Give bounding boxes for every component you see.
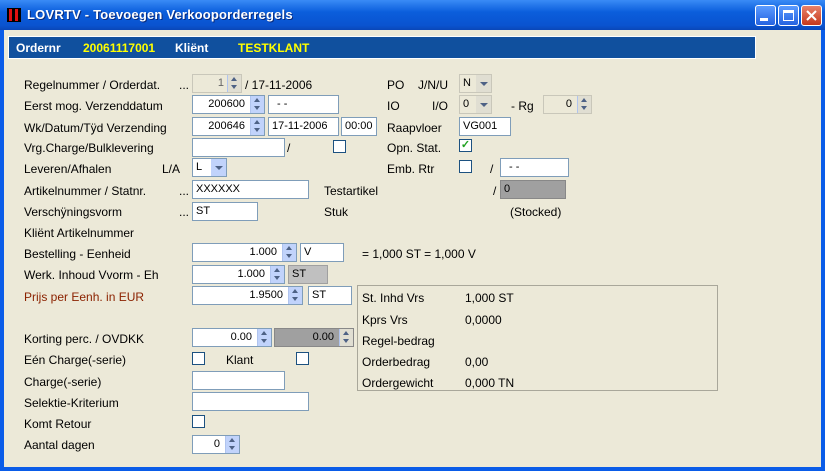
minimize-button[interactable] <box>755 5 776 26</box>
bestelling-stepper[interactable]: 1.000 <box>192 243 297 262</box>
io-select[interactable]: 0 <box>459 95 492 114</box>
charge-serie-field[interactable] <box>192 371 285 390</box>
st-inhd-value: 1,000 ST <box>465 291 514 305</box>
klant-label: Klant <box>226 353 254 367</box>
eerst-mog-week-stepper[interactable]: 200600 <box>192 95 265 114</box>
rg-stepper[interactable]: 0 <box>543 95 592 114</box>
korting-label: Korting perc. / OVDKK <box>24 332 145 346</box>
application-window: LOVRTV - Toevoegen Verkooporderregels Or… <box>0 0 825 471</box>
po-sub-label: J/N/U <box>418 78 448 92</box>
orderdatum-text: / 17-11-2006 <box>245 78 313 92</box>
orderbedrag-label: Orderbedrag <box>362 355 431 369</box>
vrg-charge-field[interactable] <box>192 138 285 157</box>
emb-rtr-field[interactable]: - - <box>500 158 569 177</box>
selektie-label: Selektie-Kriterium <box>24 396 119 410</box>
form-area: Ordernr 20061117001 Kliënt TESTKLANT Reg… <box>4 30 821 467</box>
leveren-sub-label: L/A <box>162 162 181 176</box>
ordernr-label: Ordernr <box>16 41 61 55</box>
ovdkk-stepper: 0.00 <box>274 328 354 347</box>
kprs-label: Kprs Vrs <box>362 313 408 327</box>
verschijningsvorm-field[interactable]: ST <box>192 202 258 221</box>
komt-retour-checkbox[interactable] <box>192 415 205 428</box>
emb-rtr-label: Emb. Rtr <box>387 162 435 176</box>
emb-rtr-checkbox[interactable] <box>459 160 472 173</box>
ordergewicht-value: 0,000 TN <box>465 376 515 390</box>
regelnummer-label: Regelnummer / Orderdat. <box>24 78 161 92</box>
regel-bedrag-label: Regel-bedrag <box>362 334 435 348</box>
regelnummer-stepper[interactable]: 1 <box>192 74 242 93</box>
prijs-stepper[interactable]: 1.9500 <box>192 286 303 305</box>
raapvloer-field[interactable]: VG001 <box>459 117 511 136</box>
leveren-label: Leveren/Afhalen <box>24 162 112 176</box>
leveren-select[interactable]: L <box>192 158 227 177</box>
regelnummer-lookup[interactable]: ... <box>179 78 189 92</box>
stocked-text: (Stocked) <box>510 205 562 219</box>
bestelling-conversion: = 1,000 ST = 1,000 V <box>362 247 476 261</box>
io-label: IO <box>387 99 400 113</box>
close-button[interactable] <box>801 5 822 26</box>
een-charge-label: Eén Charge(-serie) <box>24 353 127 367</box>
statnr-slash: / <box>493 184 497 198</box>
prijs-label: Prijs per Eenh. in EUR <box>24 290 145 304</box>
st-inhd-label: St. Inhd Vrs <box>362 291 425 305</box>
artikel-label: Artikelnummer / Statnr. <box>24 184 147 198</box>
bestelling-label: Bestelling - Eenheid <box>24 247 131 261</box>
prijs-eenheid-field[interactable]: ST <box>308 286 352 305</box>
emb-rtr-slash: / <box>490 162 494 176</box>
werk-inhoud-unit: ST <box>288 265 328 284</box>
statnr-field: 0 <box>500 180 566 199</box>
verschijning-label: Verschÿningsvorm <box>24 205 123 219</box>
close-icon <box>806 10 817 21</box>
korting-stepper[interactable]: 0.00 <box>192 328 272 347</box>
verzending-week-stepper[interactable]: 200646 <box>192 117 265 136</box>
werk-inhoud-label: Werk. Inhoud Vvorm - Eh <box>24 268 159 282</box>
title-bar[interactable]: LOVRTV - Toevoegen Verkooporderregels <box>0 0 825 30</box>
rg-label: - Rg <box>511 99 534 113</box>
raapvloer-label: Raapvloer <box>387 121 442 135</box>
aantal-dagen-stepper[interactable]: 0 <box>192 435 240 454</box>
artikelnummer-field[interactable]: XXXXXX <box>192 180 309 199</box>
verschijning-unit: Stuk <box>324 205 349 219</box>
opn-stat-checkbox[interactable]: ✓ <box>459 139 472 152</box>
klient-artikel-label: Kliënt Artikelnummer <box>24 226 135 240</box>
wk-datum-label: Wk/Datum/Tÿd Verzending <box>24 121 167 135</box>
ordernr-value: 20061117001 <box>83 41 156 55</box>
eerst-mog-date-field[interactable]: - - <box>268 95 339 114</box>
verschijning-lookup[interactable]: ... <box>179 205 189 219</box>
io-sub-label: I/O <box>432 99 449 113</box>
kprs-value: 0,0000 <box>465 313 502 327</box>
maximize-icon <box>783 10 794 21</box>
vrg-charge-slash: / <box>287 141 291 155</box>
client-label: Kliënt <box>175 41 209 55</box>
client-value: TESTKLANT <box>238 41 310 55</box>
klant-checkbox[interactable] <box>296 352 309 365</box>
app-icon <box>7 8 21 22</box>
selektie-field[interactable] <box>192 392 309 411</box>
een-charge-checkbox[interactable] <box>192 352 205 365</box>
order-header: Ordernr 20061117001 Kliënt TESTKLANT <box>8 36 756 59</box>
po-select[interactable]: N <box>459 74 492 93</box>
opn-stat-label: Opn. Stat. <box>387 141 442 155</box>
artikel-lookup[interactable]: ... <box>179 184 189 198</box>
aantal-dagen-label: Aantal dagen <box>24 438 95 452</box>
maximize-button[interactable] <box>778 5 799 26</box>
charge-serie-label: Charge(-serie) <box>24 375 102 389</box>
verzending-date-field[interactable]: 17-11-2006 <box>268 117 339 136</box>
po-label: PO <box>387 78 405 92</box>
komt-retour-label: Komt Retour <box>24 417 92 431</box>
window-title: LOVRTV - Toevoegen Verkooporderregels <box>27 7 293 22</box>
artikel-description: Testartikel <box>324 184 379 198</box>
bestelling-eenheid-field[interactable]: V <box>300 243 344 262</box>
orderbedrag-value: 0,00 <box>465 355 489 369</box>
eerst-mog-label: Eerst mog. Verzenddatum <box>24 99 163 113</box>
ordergewicht-label: Ordergewicht <box>362 376 434 390</box>
verzending-time-field[interactable]: 00:00 <box>341 117 377 136</box>
minimize-icon <box>760 18 768 21</box>
vrg-charge-label: Vrg.Charge/Bulklevering <box>24 141 154 155</box>
bulklevering-checkbox[interactable] <box>333 140 346 153</box>
werk-inhoud-stepper[interactable]: 1.000 <box>192 265 285 284</box>
